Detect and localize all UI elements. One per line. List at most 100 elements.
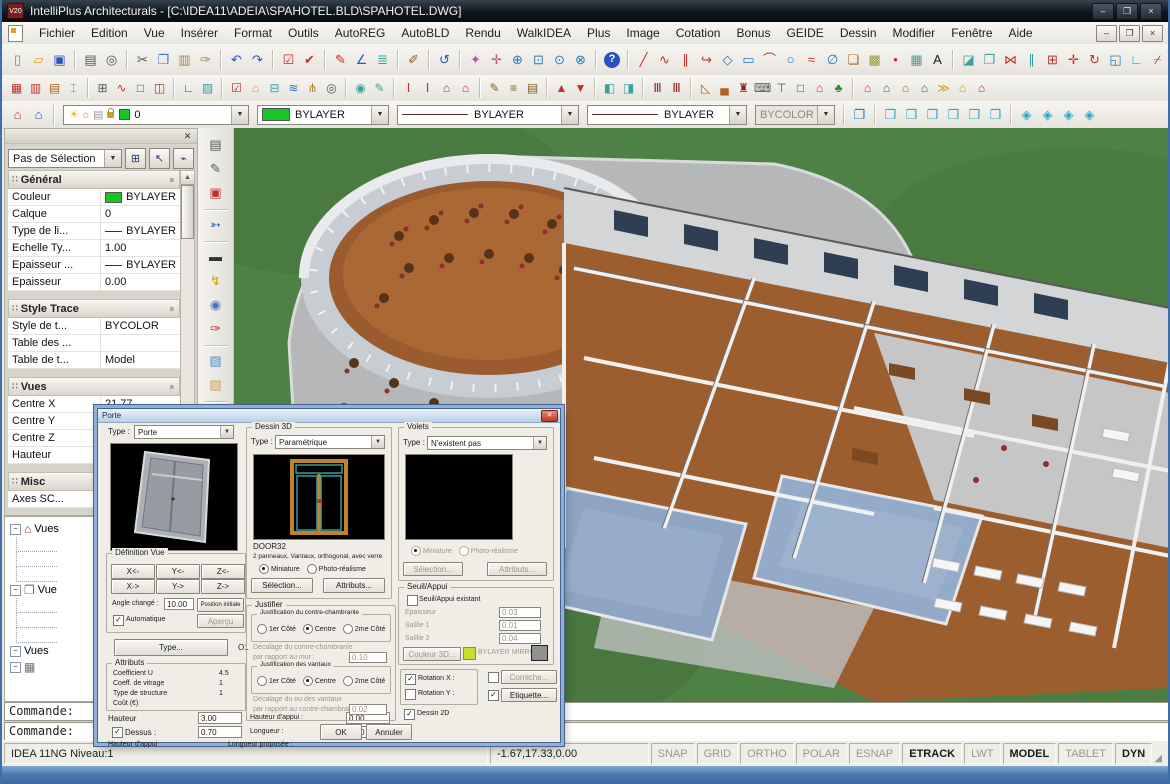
selection-combo[interactable]: Pas de Sélection ▼ xyxy=(8,149,122,168)
status-toggle-snap[interactable]: SNAP xyxy=(651,743,695,764)
paste-icon[interactable]: ▥ xyxy=(174,49,195,70)
draw-rectangle-icon[interactable]: ▭ xyxy=(738,49,759,70)
radio-icon[interactable] xyxy=(257,676,267,686)
mdi-minimize-button[interactable]: – xyxy=(1096,25,1117,42)
etiquette-checkbox[interactable]: ✓ xyxy=(488,690,499,701)
mdi-document-icon[interactable] xyxy=(8,25,23,42)
rotation-x-checkbox[interactable]: ✓ xyxy=(405,674,416,685)
image-beach-icon[interactable]: ▧ xyxy=(205,374,226,395)
layer-combo[interactable]: ☀ ☼ ▤ 0 ▼ xyxy=(63,105,249,125)
dessus-field[interactable]: 0.70 xyxy=(198,726,242,738)
etiquette-button[interactable]: Etiquette... xyxy=(501,688,557,702)
zoom-previous-icon[interactable]: ⊙ xyxy=(549,49,570,70)
radio-option-2me-c-t-[interactable]: 2me Côté xyxy=(343,624,385,634)
format-painter-icon[interactable]: ✑ xyxy=(195,49,216,70)
tree-plant-icon[interactable]: ♣ xyxy=(829,79,848,98)
corniche-checkbox[interactable] xyxy=(488,672,499,683)
view-back-icon[interactable]: ◈ xyxy=(1037,104,1058,125)
draw-line-icon[interactable]: ╱ xyxy=(633,49,654,70)
menu-item-rendu[interactable]: Rendu xyxy=(457,23,508,43)
property-row[interactable]: Table des ... xyxy=(8,335,180,352)
dessin3d-attributs-button[interactable]: Attributs... xyxy=(323,578,385,593)
view-left-icon[interactable]: ◈ xyxy=(1058,104,1079,125)
tree-expand-icon[interactable]: − xyxy=(10,524,21,535)
chevrons-icon[interactable]: ≫ xyxy=(934,79,953,98)
house-edit2-icon[interactable]: ⌂ xyxy=(896,79,915,98)
collapse-chevron-icon[interactable]: « xyxy=(167,177,177,182)
restore-button[interactable]: ❐ xyxy=(1116,3,1138,20)
door-3d-preview[interactable] xyxy=(110,443,238,551)
view-X-button[interactable]: X<- xyxy=(111,564,155,579)
door-leaf-icon[interactable]: ◺ xyxy=(696,79,715,98)
properties-panel-header[interactable]: ✕ xyxy=(5,129,197,144)
radio-option-centre[interactable]: Centre xyxy=(303,676,336,686)
view-iso-ne-icon[interactable]: ❒ xyxy=(880,104,901,125)
chevron-down-icon[interactable]: ▼ xyxy=(729,106,746,124)
door-2d-preview[interactable] xyxy=(253,454,385,540)
print-icon[interactable]: ▤ xyxy=(80,49,101,70)
draw-region-icon[interactable]: ▦ xyxy=(906,49,927,70)
roof-tool-blue-icon[interactable]: ⌂ xyxy=(28,104,49,125)
draw-text-icon[interactable]: A xyxy=(927,49,948,70)
draw-ellipse-icon[interactable]: ∅ xyxy=(822,49,843,70)
menu-item-format[interactable]: Format xyxy=(226,23,280,43)
property-row[interactable]: CouleurBYLAYER xyxy=(8,189,180,206)
radio-option-miniature[interactable]: Miniature xyxy=(259,564,300,574)
radio-icon[interactable] xyxy=(303,676,313,686)
stairs-pencil-icon[interactable]: ✎ xyxy=(485,79,504,98)
house-edit1-icon[interactable]: ⌂ xyxy=(877,79,896,98)
measure-angle-icon[interactable]: ∠ xyxy=(351,49,372,70)
ok-button[interactable]: OK xyxy=(320,724,362,740)
view-front-icon[interactable]: ◈ xyxy=(1016,104,1037,125)
property-value[interactable]: 0.00 xyxy=(101,276,180,288)
title-bar[interactable]: V20 IntelliPlus Architecturals - [C:\IDE… xyxy=(2,0,1168,22)
scroll-up-icon[interactable]: ▲ xyxy=(181,171,194,185)
radio-option-1er-c-t-[interactable]: 1er Côté xyxy=(257,676,296,686)
level-up-icon[interactable]: ▲ xyxy=(552,79,571,98)
close-icon[interactable]: ✕ xyxy=(181,131,194,142)
chevron-down-icon[interactable]: ▼ xyxy=(371,436,384,448)
roof-raise-icon[interactable]: ⌂ xyxy=(456,79,475,98)
draw-point-icon[interactable]: • xyxy=(885,49,906,70)
status-toggle-model[interactable]: MODEL xyxy=(1003,743,1057,764)
dessus-checkbox[interactable]: ✓ xyxy=(112,727,123,738)
menu-item-bonus[interactable]: Bonus xyxy=(728,23,778,43)
scale-icon[interactable]: ◱ xyxy=(1105,49,1126,70)
house-sun-icon[interactable]: ⌂ xyxy=(953,79,972,98)
image-day-icon[interactable]: ▨ xyxy=(205,350,226,371)
table-edit-icon[interactable]: ▥ xyxy=(26,79,45,98)
radio-icon[interactable] xyxy=(259,564,269,574)
status-toggle-etrack[interactable]: ETRACK xyxy=(902,743,962,764)
status-toggle-esnap[interactable]: ESNAP xyxy=(849,743,900,764)
lightning-doc-icon[interactable]: ↯ xyxy=(205,270,226,291)
status-toggle-dyn[interactable]: DYN xyxy=(1115,743,1152,764)
draw-arrow-icon[interactable]: ↪ xyxy=(696,49,717,70)
offset-icon[interactable]: ∥ xyxy=(1021,49,1042,70)
spell-check-icon[interactable]: ☑ xyxy=(278,49,299,70)
property-value[interactable]: BYLAYER xyxy=(101,259,180,271)
render-settings-icon[interactable]: ▤ xyxy=(205,134,226,155)
railing-icon[interactable]: Ⅲ xyxy=(648,79,667,98)
menu-item-aide[interactable]: Aide xyxy=(1001,23,1041,43)
dialog-close-button[interactable]: ✕ xyxy=(541,410,558,422)
collapse-chevron-icon[interactable]: « xyxy=(167,384,177,389)
wall-3d-icon[interactable]: ⌂ xyxy=(246,79,265,98)
draw-arc-icon[interactable]: ⌒ xyxy=(759,49,780,70)
beam-I2-icon[interactable]: Ⅰ xyxy=(418,79,437,98)
menu-item-edition[interactable]: Edition xyxy=(83,23,136,43)
house-small-icon[interactable]: ⌂ xyxy=(810,79,829,98)
close-button[interactable]: × xyxy=(1140,3,1162,20)
new-file-icon[interactable]: ▯ xyxy=(7,49,28,70)
copy-object-icon[interactable]: ❐ xyxy=(979,49,1000,70)
ucs-icon[interactable]: ↺ xyxy=(434,49,455,70)
menu-item-modifier[interactable]: Modifier xyxy=(885,23,944,43)
radio-icon[interactable] xyxy=(257,624,267,634)
menu-item-geide[interactable]: GEIDE xyxy=(778,23,831,43)
select-wand-icon[interactable]: ✦ xyxy=(465,49,486,70)
brush-icon[interactable]: ✐ xyxy=(403,49,424,70)
draw-polygon-icon[interactable]: ◇ xyxy=(717,49,738,70)
draw-spline-icon[interactable]: ≈ xyxy=(801,49,822,70)
cut-icon[interactable]: ✂ xyxy=(132,49,153,70)
chevron-down-icon[interactable]: ▼ xyxy=(561,106,578,124)
frame-icon[interactable]: □ xyxy=(131,79,150,98)
